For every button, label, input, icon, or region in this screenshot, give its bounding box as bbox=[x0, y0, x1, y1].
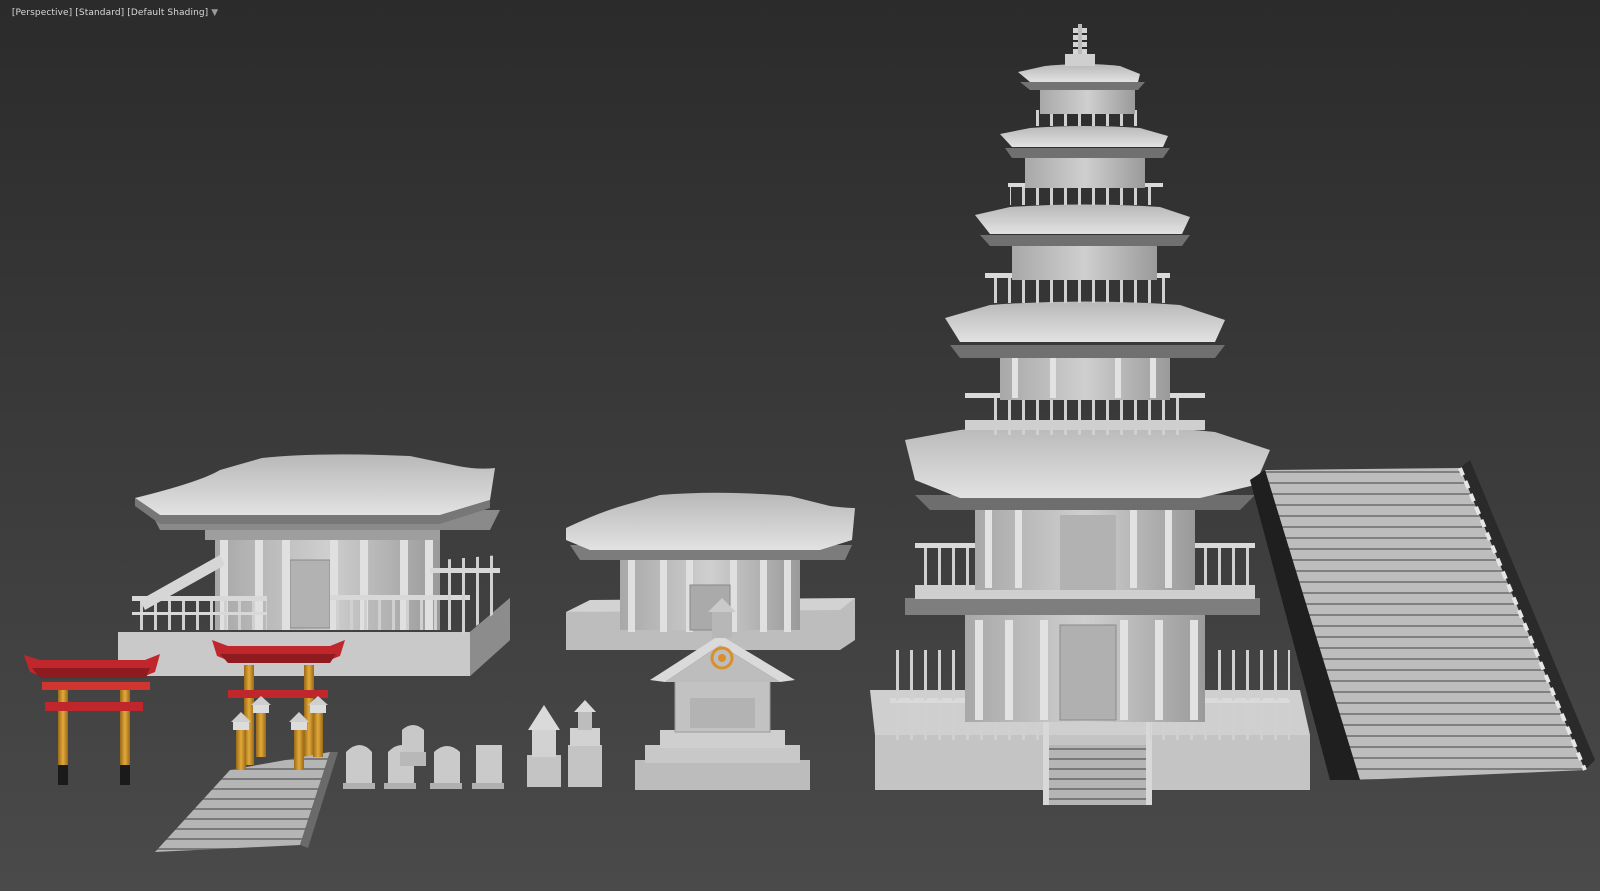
view-label[interactable]: [Perspective] bbox=[12, 8, 72, 18]
viewport-label[interactable]: [Perspective] [Standard] [Default Shading]… bbox=[0, 0, 221, 28]
gravestone-1 bbox=[343, 745, 375, 789]
scene-canvas[interactable] bbox=[0, 0, 1600, 891]
shading-label[interactable]: [Default Shading] bbox=[127, 8, 208, 18]
gravestone-3 bbox=[400, 725, 426, 766]
viewport-3d[interactable]: [Perspective] [Standard] [Default Shading]… bbox=[0, 0, 1600, 891]
gravestone-5 bbox=[472, 745, 504, 789]
funnel-icon[interactable]: ▼ bbox=[211, 8, 218, 18]
gravestone-4 bbox=[430, 746, 462, 789]
renderer-label[interactable]: [Standard] bbox=[75, 8, 124, 18]
